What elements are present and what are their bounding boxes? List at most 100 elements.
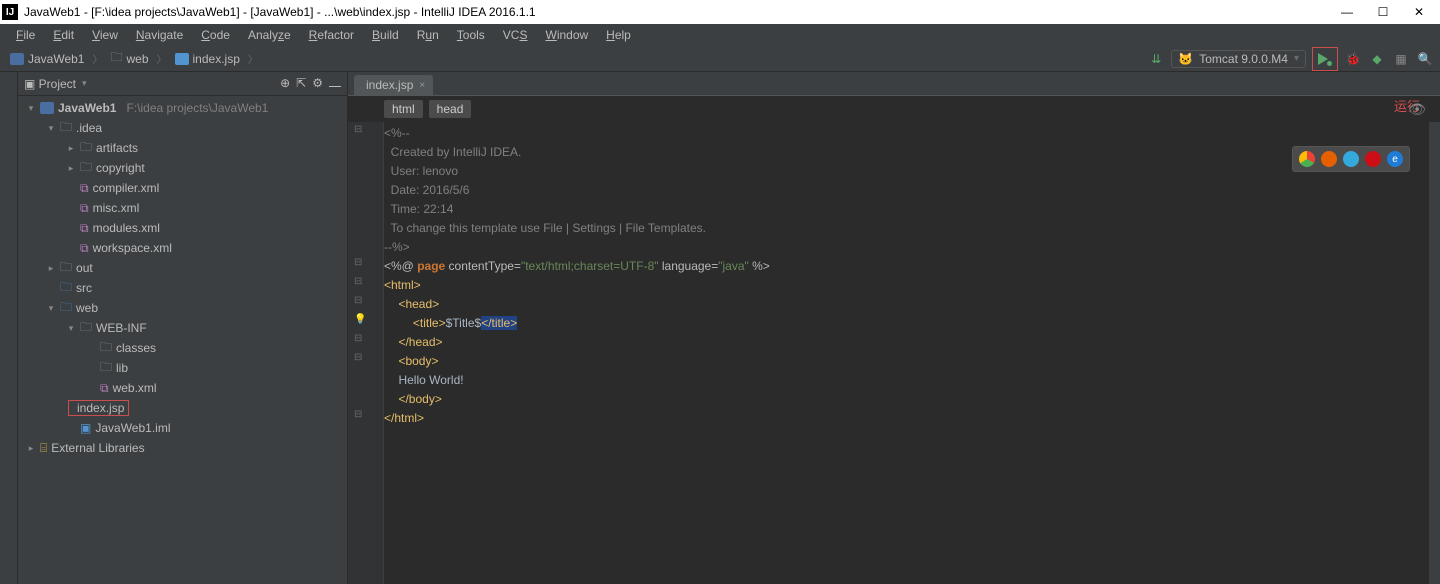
code-editor[interactable]: <%-- Created by IntelliJ IDEA. User: len… bbox=[384, 122, 1428, 584]
tree-copyright[interactable]: copyright bbox=[96, 161, 145, 175]
coverage-button[interactable]: ◆ bbox=[1368, 50, 1386, 68]
breadcrumb-file[interactable]: index.jsp bbox=[171, 50, 244, 68]
hide-button[interactable]: ⎼ bbox=[329, 76, 341, 91]
run-button-highlight bbox=[1312, 47, 1338, 71]
breadcrumb-html[interactable]: html bbox=[384, 100, 423, 118]
breadcrumb-project[interactable]: JavaWeb1 bbox=[6, 50, 88, 68]
jsp-file-icon bbox=[175, 53, 189, 65]
chevron-down-icon[interactable]: ▾ bbox=[82, 78, 87, 89]
left-tool-gutter[interactable] bbox=[0, 72, 18, 584]
lightbulb-icon[interactable]: 💡 bbox=[354, 314, 366, 325]
dot-icon bbox=[1327, 61, 1332, 66]
tree-lib[interactable]: lib bbox=[116, 361, 128, 375]
xml-file-icon: ⧉ bbox=[80, 221, 89, 236]
gear-icon[interactable]: ⚙ bbox=[312, 76, 323, 91]
opera-icon[interactable] bbox=[1365, 151, 1381, 167]
project-tree[interactable]: ▾JavaWeb1F:\idea projects\JavaWeb1 ▾🗀.id… bbox=[18, 96, 347, 584]
close-tab-icon[interactable]: × bbox=[419, 80, 425, 91]
run-config-selector[interactable]: 🐱Tomcat 9.0.0.M4▾ bbox=[1171, 50, 1306, 68]
folder-icon: 🗀 bbox=[110, 48, 122, 69]
folder-icon: 🗀 bbox=[100, 338, 112, 359]
menu-tools[interactable]: Tools bbox=[449, 26, 493, 44]
menu-run[interactable]: Run bbox=[409, 26, 447, 44]
folder-icon: 🗀 bbox=[60, 258, 72, 279]
fold-icon[interactable]: ⊟ bbox=[354, 352, 362, 363]
tree-extlib[interactable]: External Libraries bbox=[51, 441, 144, 455]
menu-build[interactable]: Build bbox=[364, 26, 407, 44]
chrome-icon[interactable] bbox=[1299, 151, 1315, 167]
update-project-icon[interactable]: ⇊ bbox=[1147, 50, 1165, 68]
tree-webxml[interactable]: web.xml bbox=[113, 381, 157, 395]
chevron-right-icon: 〉 bbox=[248, 51, 258, 66]
menu-vcs[interactable]: VCS bbox=[495, 26, 536, 44]
debug-button[interactable]: 🐞 bbox=[1344, 50, 1362, 68]
maximize-button[interactable]: ☐ bbox=[1374, 3, 1392, 21]
xml-file-icon: ⧉ bbox=[80, 241, 89, 256]
tree-compiler[interactable]: compiler.xml bbox=[93, 181, 160, 195]
menu-analyze[interactable]: Analyze bbox=[240, 26, 299, 44]
module-icon bbox=[40, 102, 54, 114]
ie-icon[interactable]: e bbox=[1387, 151, 1403, 167]
editor-breadcrumbs: html head bbox=[348, 96, 1440, 122]
run-button[interactable] bbox=[1316, 50, 1334, 68]
tree-iml[interactable]: JavaWeb1.iml bbox=[95, 421, 170, 435]
breadcrumb-project-label: JavaWeb1 bbox=[28, 52, 84, 66]
menu-navigate[interactable]: Navigate bbox=[128, 26, 191, 44]
breadcrumb-folder[interactable]: 🗀web bbox=[106, 46, 152, 71]
breadcrumb-head[interactable]: head bbox=[429, 100, 472, 118]
tab-index-jsp[interactable]: index.jsp × bbox=[354, 75, 433, 95]
project-structure-button[interactable]: ▦ bbox=[1392, 50, 1410, 68]
search-everywhere-button[interactable]: 🔍 bbox=[1416, 50, 1434, 68]
xml-file-icon: ⧉ bbox=[80, 181, 89, 196]
app-icon: IJ bbox=[2, 4, 18, 20]
minimize-button[interactable]: — bbox=[1338, 3, 1356, 21]
locate-file-icon[interactable]: ⊕ bbox=[280, 76, 290, 91]
editor-right-scrollbar[interactable] bbox=[1428, 122, 1440, 584]
collapse-all-icon[interactable]: ⇱ bbox=[296, 76, 306, 91]
open-in-browser-toolbar: e bbox=[1292, 146, 1410, 172]
module-icon bbox=[10, 53, 24, 65]
editor-gutter[interactable]: ⊟ ⊟ ⊟ ⊟ 💡 ⊟ ⊟ ⊟ bbox=[348, 122, 384, 584]
menu-code[interactable]: Code bbox=[193, 26, 238, 44]
close-button[interactable]: ✕ bbox=[1410, 3, 1428, 21]
folder-icon: 🗀 bbox=[80, 318, 92, 339]
menu-edit[interactable]: Edit bbox=[45, 26, 82, 44]
tree-modules[interactable]: modules.xml bbox=[93, 221, 160, 235]
chevron-right-icon: 〉 bbox=[157, 51, 167, 66]
window-title: JavaWeb1 - [F:\idea projects\JavaWeb1] -… bbox=[24, 5, 1338, 19]
fold-icon[interactable]: ⊟ bbox=[354, 409, 362, 420]
tree-workspace[interactable]: workspace.xml bbox=[93, 241, 172, 255]
menu-file[interactable]: File bbox=[8, 26, 43, 44]
fold-icon[interactable]: ⊟ bbox=[354, 333, 362, 344]
menu-refactor[interactable]: Refactor bbox=[301, 26, 362, 44]
menu-bar: File Edit View Navigate Code Analyze Ref… bbox=[0, 24, 1440, 46]
safari-icon[interactable] bbox=[1343, 151, 1359, 167]
menu-view[interactable]: View bbox=[84, 26, 126, 44]
tree-webinf[interactable]: WEB-INF bbox=[96, 321, 147, 335]
tree-misc[interactable]: misc.xml bbox=[93, 201, 140, 215]
fold-icon[interactable]: ⊟ bbox=[354, 124, 362, 135]
fold-icon[interactable]: ⊟ bbox=[354, 276, 362, 287]
fold-icon[interactable]: ⊟ bbox=[354, 295, 362, 306]
folder-icon: 🗀 bbox=[60, 118, 72, 139]
folder-icon: 🗀 bbox=[80, 138, 92, 159]
tree-root-label[interactable]: JavaWeb1 bbox=[58, 101, 116, 115]
editor-area: index.jsp × html head 运行 ⊟ ⊟ ⊟ ⊟ 💡 ⊟ bbox=[348, 72, 1440, 584]
firefox-icon[interactable] bbox=[1321, 151, 1337, 167]
xml-file-icon: ⧉ bbox=[100, 381, 109, 396]
tree-idea[interactable]: .idea bbox=[76, 121, 102, 135]
project-pane-header: ▣ Project ▾ ⊕ ⇱ ⚙ ⎼ bbox=[18, 72, 347, 96]
tree-artifacts[interactable]: artifacts bbox=[96, 141, 138, 155]
tree-out[interactable]: out bbox=[76, 261, 93, 275]
fold-icon[interactable]: ⊟ bbox=[354, 257, 362, 268]
menu-window[interactable]: Window bbox=[537, 26, 596, 44]
tree-classes[interactable]: classes bbox=[116, 341, 156, 355]
breadcrumb-file-label: index.jsp bbox=[193, 52, 240, 66]
tree-src[interactable]: src bbox=[76, 281, 92, 295]
tree-web[interactable]: web bbox=[76, 301, 98, 315]
menu-help[interactable]: Help bbox=[598, 26, 639, 44]
inspection-eye-icon[interactable]: 👁 bbox=[1408, 100, 1426, 119]
tree-indexjsp[interactable]: index.jsp bbox=[77, 401, 124, 415]
source-folder-icon: 🗀 bbox=[60, 278, 72, 299]
project-view-mode[interactable]: ▣ Project bbox=[24, 77, 76, 91]
